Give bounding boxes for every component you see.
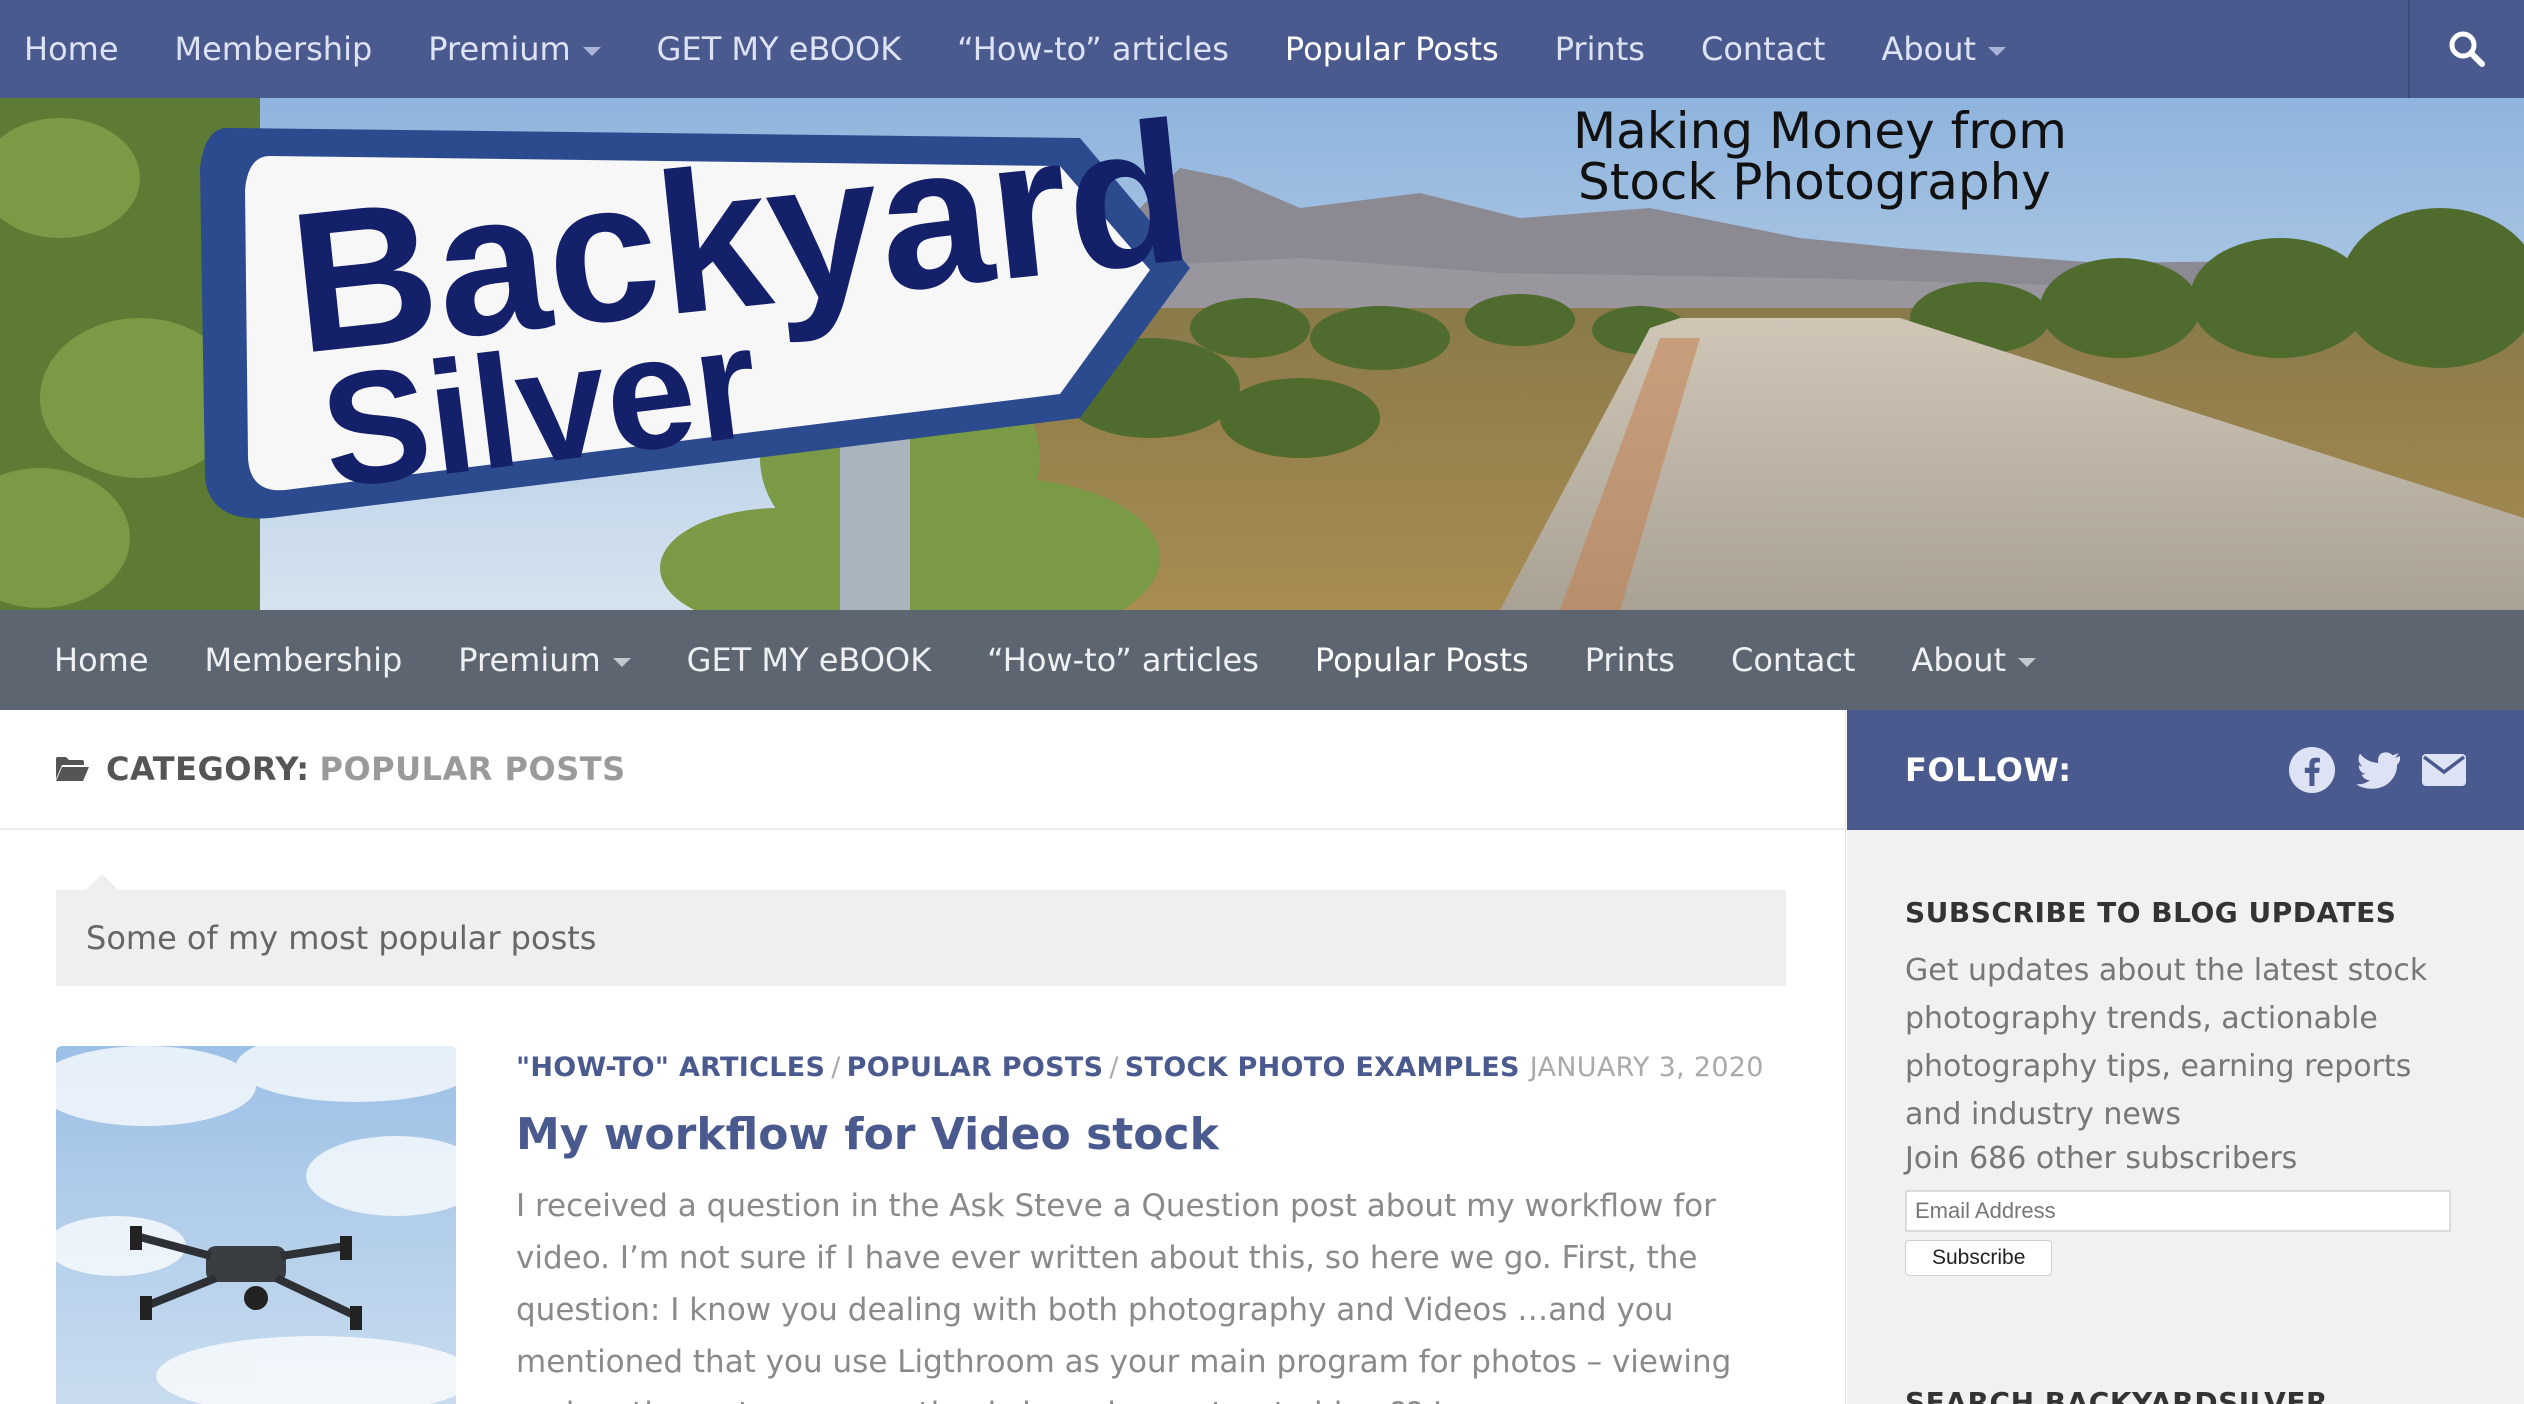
top-nav-label: “How-to” articles (957, 30, 1229, 68)
top-nav-label: GET MY eBOOK (656, 30, 902, 68)
main-nav-label: About (1911, 641, 2007, 679)
post-category-link[interactable]: POPULAR POSTS (847, 1052, 1104, 1083)
category-description: Some of my most popular posts (56, 874, 1786, 986)
main-nav-list: Home Membership Premium GET MY eBOOK “Ho… (0, 610, 2524, 710)
post-category-link[interactable]: "HOW-TO" ARTICLES (516, 1052, 825, 1083)
meta-separator: / (831, 1052, 841, 1083)
main-nav-label: Premium (458, 641, 601, 679)
top-nav-premium[interactable]: Premium (428, 30, 601, 68)
top-nav-list: Home Membership Premium GET MY eBOOK “Ho… (0, 0, 2524, 98)
top-nav-ebook[interactable]: GET MY eBOOK (657, 30, 902, 68)
top-nav-how-to[interactable]: “How-to” articles (957, 30, 1229, 68)
main-nav-label: Popular Posts (1314, 641, 1529, 679)
post-meta: "HOW-TO" ARTICLES / POPULAR POSTS / STOCK PH… (516, 1052, 1786, 1083)
main-content: CATEGORY: POPULAR POSTS Some of my most … (0, 710, 1846, 1404)
sidebar: FOLLOW: SUBSCRIBE TO BLOG UPDATES Get up… (1847, 710, 2524, 1404)
category-header: CATEGORY: POPULAR POSTS (0, 710, 1845, 830)
top-navigation: Home Membership Premium GET MY eBOOK “Ho… (0, 0, 2524, 98)
drone-photo (56, 1046, 456, 1404)
category-label: CATEGORY: (106, 750, 310, 788)
post-title[interactable]: My workflow for Video stock (516, 1109, 1786, 1160)
top-nav-popular-posts[interactable]: Popular Posts (1285, 30, 1499, 68)
main-nav-how-to[interactable]: “How-to” articles (987, 641, 1259, 679)
main-nav-label: Home (54, 641, 149, 679)
post-body: "HOW-TO" ARTICLES / POPULAR POSTS / STOCK PH… (516, 1046, 1786, 1404)
search-icon (2449, 31, 2485, 67)
folder-open-icon (56, 757, 89, 781)
top-nav-label: Contact (1700, 30, 1826, 68)
main-nav-label: Contact (1730, 641, 1856, 679)
banner-tagline-line2: Stock Photography (1578, 153, 2051, 211)
main-nav-ebook[interactable]: GET MY eBOOK (687, 641, 932, 679)
banner-image: Backyard Silver Making Money from Stock … (0, 98, 2524, 610)
subscribe-title: SUBSCRIBE TO BLOG UPDATES (1905, 896, 2397, 929)
main-nav-contact[interactable]: Contact (1731, 641, 1856, 679)
top-nav-label: Prints (1554, 30, 1645, 68)
twitter-icon[interactable] (2354, 746, 2402, 794)
top-nav-label: Popular Posts (1284, 30, 1499, 68)
main-nav-premium[interactable]: Premium (458, 641, 631, 679)
search-widget-title: SEARCH BACKYARDSILVER (1905, 1386, 2329, 1404)
email-icon[interactable] (2420, 746, 2468, 794)
banner-tagline-line1: Making Money from (1573, 102, 2067, 160)
main-nav-label: “How-to” articles (987, 641, 1259, 679)
search-button[interactable] (2408, 0, 2524, 98)
category-name: POPULAR POSTS (319, 750, 626, 788)
subscribe-widget: SUBSCRIBE TO BLOG UPDATES Get updates ab… (1847, 896, 2524, 1404)
header-banner[interactable]: Backyard Silver Making Money from Stock … (0, 98, 2524, 610)
top-nav-label: Home (24, 30, 119, 68)
top-nav-about[interactable]: About (1881, 30, 2007, 68)
main-nav-label: Membership (204, 641, 403, 679)
email-field[interactable] (1905, 1190, 2451, 1232)
top-nav-home[interactable]: Home (24, 30, 119, 68)
post-category-link[interactable]: STOCK PHOTO EXAMPLES (1125, 1052, 1520, 1083)
subscriber-count: Join 686 other subscribers (1905, 1141, 2298, 1176)
main-nav-label: GET MY eBOOK (686, 641, 932, 679)
post-excerpt: I received a question in the Ask Steve a… (516, 1188, 1732, 1404)
follow-bar: FOLLOW: (1847, 710, 2524, 830)
main-nav-home[interactable]: Home (54, 641, 149, 679)
main-nav-prints[interactable]: Prints (1585, 641, 1675, 679)
top-nav-contact[interactable]: Contact (1701, 30, 1826, 68)
top-nav-label: Premium (428, 30, 571, 68)
top-nav-label: Membership (174, 30, 373, 68)
main-nav-popular-posts[interactable]: Popular Posts (1315, 641, 1529, 679)
post-thumbnail[interactable] (56, 1046, 456, 1404)
chevron-down-icon (612, 657, 631, 667)
subscribe-text: Get updates about the latest stock photo… (1905, 953, 2428, 1132)
subscribe-button[interactable]: Subscribe (1905, 1240, 2053, 1276)
post-date: JANUARY 3, 2020 (1529, 1052, 1764, 1083)
facebook-icon[interactable] (2288, 746, 2336, 794)
top-nav-prints[interactable]: Prints (1555, 30, 1645, 68)
chevron-down-icon (1988, 46, 2007, 56)
main-nav-label: Prints (1584, 641, 1675, 679)
meta-separator: / (1109, 1052, 1119, 1083)
chevron-down-icon (2018, 657, 2037, 667)
social-links (2288, 746, 2468, 794)
top-nav-label: About (1881, 30, 1977, 68)
chevron-down-icon (582, 46, 601, 56)
main-nav-about[interactable]: About (1911, 641, 2037, 679)
follow-label: FOLLOW: (1905, 751, 2072, 789)
main-navigation: Home Membership Premium GET MY eBOOK “Ho… (0, 610, 2524, 710)
main-nav-membership[interactable]: Membership (205, 641, 403, 679)
post-card: "HOW-TO" ARTICLES / POPULAR POSTS / STOCK PH… (56, 1046, 1786, 1404)
top-nav-membership[interactable]: Membership (175, 30, 373, 68)
